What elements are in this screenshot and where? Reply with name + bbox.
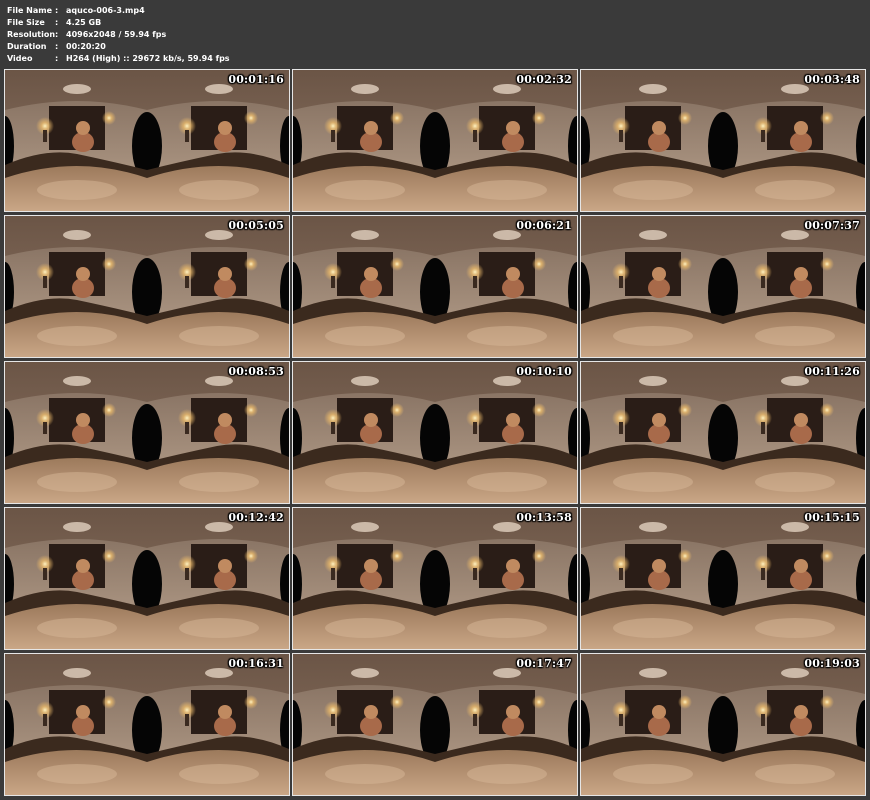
video-thumbnail-5[interactable]: 00:06:21 [292,215,578,358]
thumbnail-timestamp: 00:12:42 [228,511,284,524]
video-thumbnail-2[interactable]: 00:02:32 [292,69,578,212]
video-thumbnail-13[interactable]: 00:16:31 [4,653,290,796]
duration-key: Duration [7,42,47,51]
file-name-sep: : [55,6,59,15]
vr-frame-image [581,70,865,211]
video-thumbnail-6[interactable]: 00:07:37 [580,215,866,358]
video-thumbnail-11[interactable]: 00:13:58 [292,507,578,650]
video-thumbnail-10[interactable]: 00:12:42 [4,507,290,650]
thumbnail-grid: 00:01:16 00:02:32 00:03:48 00:05:05 00:0… [4,69,866,796]
vr-frame-image [581,362,865,503]
resolution-sep: : [55,30,59,39]
video-thumbnail-9[interactable]: 00:11:26 [580,361,866,504]
resolution-key: Resolution [7,30,56,39]
vr-frame-image [5,508,289,649]
video-thumbnail-3[interactable]: 00:03:48 [580,69,866,212]
video-thumbnail-7[interactable]: 00:08:53 [4,361,290,504]
vr-frame-image [293,216,577,357]
video-key: Video [7,54,33,63]
thumbnail-timestamp: 00:10:10 [516,365,572,378]
thumbnail-timestamp: 00:11:26 [804,365,860,378]
thumbnail-timestamp: 00:01:16 [228,73,284,86]
vr-frame-image [581,216,865,357]
thumbnail-timestamp: 00:16:31 [228,657,284,670]
vr-frame-image [5,362,289,503]
thumbnail-timestamp: 00:15:15 [804,511,860,524]
thumbnail-timestamp: 00:02:32 [516,73,572,86]
thumbnail-timestamp: 00:03:48 [804,73,860,86]
video-thumbnail-14[interactable]: 00:17:47 [292,653,578,796]
file-size-key: File Size [7,18,45,27]
file-size-row: File Size : 4.25 GB [7,17,407,29]
video-sep: : [55,54,59,63]
vr-frame-image [5,216,289,357]
resolution-row: Resolution : 4096x2048 / 59.94 fps [7,29,407,41]
thumbnail-timestamp: 00:08:53 [228,365,284,378]
vr-frame-image [581,654,865,795]
duration-sep: : [55,42,59,51]
file-size-sep: : [55,18,59,27]
video-thumbnail-15[interactable]: 00:19:03 [580,653,866,796]
video-thumbnail-8[interactable]: 00:10:10 [292,361,578,504]
video-value: H264 (High) :: 29672 kb/s, 59.94 fps [66,54,230,63]
file-size-value: 4.25 GB [66,18,102,27]
resolution-value: 4096x2048 / 59.94 fps [66,30,167,39]
vr-frame-image [5,654,289,795]
vr-frame-image [293,70,577,211]
thumbnail-timestamp: 00:07:37 [804,219,860,232]
thumbnail-timestamp: 00:17:47 [516,657,572,670]
vr-frame-image [5,70,289,211]
duration-row: Duration : 00:20:20 [7,41,407,53]
file-name-value: aquco-006-3.mp4 [66,6,145,15]
file-info-header: File Name : aquco-006-3.mp4 File Size : … [7,5,407,65]
thumbnail-timestamp: 00:13:58 [516,511,572,524]
duration-value: 00:20:20 [66,42,106,51]
thumbnail-timestamp: 00:19:03 [804,657,860,670]
video-row: Video : H264 (High) :: 29672 kb/s, 59.94… [7,53,407,65]
file-name-row: File Name : aquco-006-3.mp4 [7,5,407,17]
video-thumbnail-1[interactable]: 00:01:16 [4,69,290,212]
video-thumbnail-12[interactable]: 00:15:15 [580,507,866,650]
file-name-key: File Name [7,6,53,15]
vr-frame-image [293,362,577,503]
thumbnail-timestamp: 00:06:21 [516,219,572,232]
vr-frame-image [581,508,865,649]
vr-frame-image [293,654,577,795]
video-thumbnail-4[interactable]: 00:05:05 [4,215,290,358]
thumbnail-timestamp: 00:05:05 [228,219,284,232]
vr-frame-image [293,508,577,649]
